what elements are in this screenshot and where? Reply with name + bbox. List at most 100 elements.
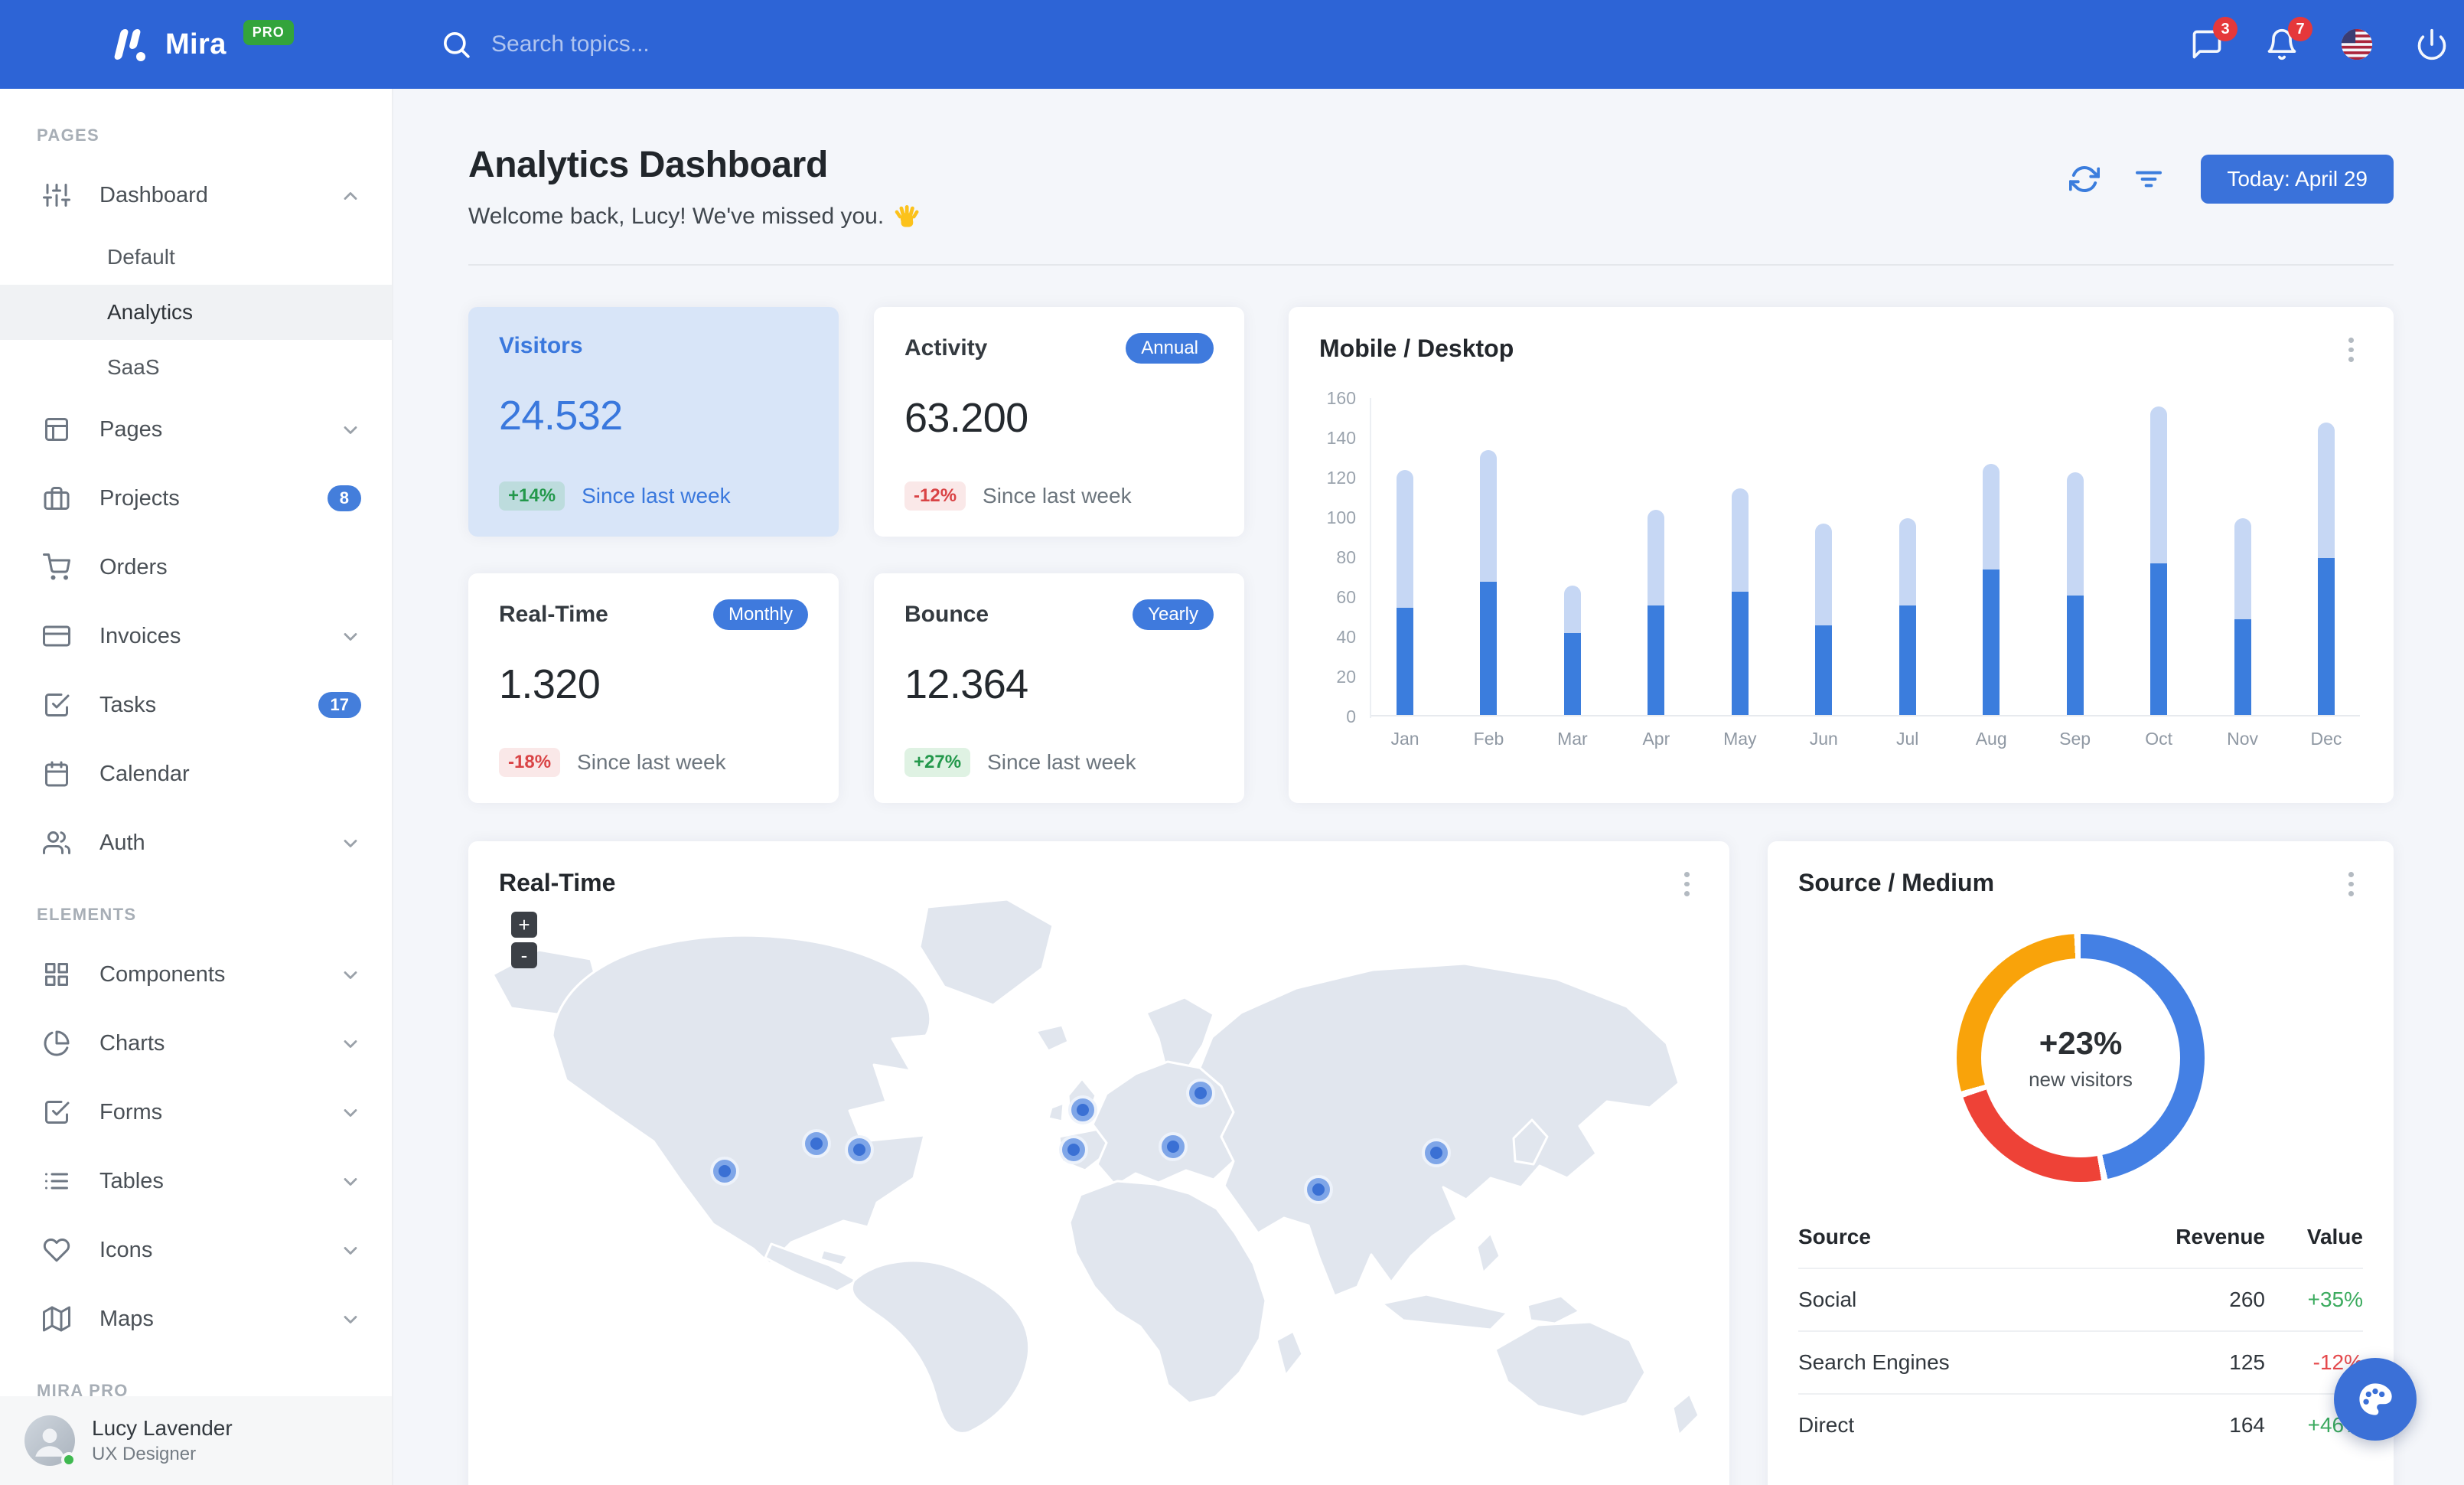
- bar-mar[interactable]: Mar: [1557, 398, 1588, 749]
- sidebar-user-footer[interactable]: Lucy Lavender UX Designer: [0, 1396, 392, 1485]
- notifications-button[interactable]: 7: [2265, 17, 2312, 61]
- bar-jun[interactable]: Jun: [1810, 398, 1838, 749]
- user-role: UX Designer: [92, 1444, 197, 1464]
- mobile-segment: [1648, 605, 1665, 715]
- sidebar-item-pages[interactable]: Pages: [0, 395, 392, 464]
- map-zoom-out-button[interactable]: -: [511, 942, 537, 968]
- sidebar-item-orders[interactable]: Orders: [0, 533, 392, 602]
- waving-hand-emoji: [895, 205, 919, 227]
- filter-button[interactable]: [2133, 164, 2164, 194]
- desktop-segment: [1480, 450, 1498, 582]
- sidebar-item-auth[interactable]: Auth: [0, 808, 392, 877]
- bar-jan[interactable]: Jan: [1390, 398, 1419, 749]
- activity-card: Activity Annual 63.200 -12% Since last w…: [874, 307, 1244, 537]
- sidebar-item-analytics[interactable]: Analytics: [0, 285, 392, 340]
- desktop-segment: [1899, 517, 1916, 605]
- grid-icon: [43, 961, 70, 988]
- y-axis-tick-label: 140: [1326, 428, 1356, 448]
- map-marker-beijing[interactable]: [1422, 1138, 1451, 1167]
- tasks-count-badge: 17: [318, 692, 361, 718]
- sidebar-item-forms[interactable]: Forms: [0, 1078, 392, 1147]
- map-marker-madrid[interactable]: [1059, 1135, 1088, 1164]
- map-marker-delhi[interactable]: [1304, 1175, 1333, 1204]
- bar-feb[interactable]: Feb: [1474, 398, 1504, 749]
- bar-may[interactable]: May: [1723, 398, 1757, 749]
- sidebar-item-projects[interactable]: Projects 8: [0, 464, 392, 533]
- bar-jul[interactable]: Jul: [1896, 398, 1918, 749]
- bar-aug[interactable]: Aug: [1976, 398, 2007, 749]
- header-divider: [468, 264, 2394, 266]
- sidebar-item-calendar[interactable]: Calendar: [0, 739, 392, 808]
- y-axis-tick-label: 160: [1326, 388, 1356, 408]
- messages-button[interactable]: 3: [2190, 17, 2237, 61]
- map-marker-san-francisco[interactable]: [710, 1157, 739, 1186]
- bounce-value: 12.364: [904, 661, 1028, 707]
- bar-nov[interactable]: Nov: [2227, 398, 2258, 749]
- briefcase-icon: [43, 485, 70, 512]
- source-medium-table: Source Revenue Value Social 260 +35% Search En…: [1798, 1212, 2363, 1456]
- donut-chart: +23% new visitors: [1957, 934, 2205, 1182]
- sidebar-item-dashboard[interactable]: Dashboard: [0, 161, 392, 230]
- revenue-cell: 164: [2229, 1413, 2265, 1437]
- sidebar-item-tables[interactable]: Tables: [0, 1147, 392, 1216]
- column-header: Source: [1798, 1225, 1871, 1248]
- world-map[interactable]: [468, 880, 1729, 1480]
- analytics-dashboard-app: Mira PRO 3 7: [0, 0, 2464, 1485]
- today-date-button[interactable]: Today: April 29: [2201, 155, 2394, 204]
- bar-dec[interactable]: Dec: [2311, 398, 2342, 749]
- desktop-segment: [1815, 524, 1833, 625]
- card-menu-button[interactable]: [2339, 335, 2363, 363]
- brand[interactable]: Mira PRO: [109, 0, 294, 89]
- visitors-value: 24.532: [499, 393, 623, 439]
- activity-delta-badge: -12%: [904, 481, 966, 511]
- desktop-segment: [1648, 510, 1665, 605]
- language-flag-button[interactable]: [2340, 28, 2374, 61]
- search-icon: [444, 32, 470, 58]
- sidebar-item-default[interactable]: Default: [0, 230, 392, 285]
- logout-button[interactable]: [2415, 28, 2449, 61]
- sliders-icon: [43, 181, 70, 209]
- sidebar-item-saas[interactable]: SaaS: [0, 340, 392, 395]
- chevron-down-icon: [340, 1033, 361, 1054]
- card-menu-button[interactable]: [2339, 869, 2363, 897]
- bounce-period-badge: Yearly: [1133, 599, 1214, 630]
- refresh-button[interactable]: [2068, 164, 2101, 194]
- map-marker-istanbul[interactable]: [1159, 1132, 1188, 1161]
- bar-apr[interactable]: Apr: [1642, 398, 1670, 749]
- desktop-segment: [2150, 406, 2168, 564]
- sidebar-item-icons[interactable]: Icons: [0, 1216, 392, 1284]
- us-flag-icon: [2341, 28, 2373, 60]
- desktop-segment: [1563, 586, 1581, 634]
- map-marker-new-york[interactable]: [845, 1135, 874, 1164]
- mobile-segment: [1397, 607, 1413, 715]
- source-cell: Social: [1798, 1288, 1857, 1311]
- mobile-segment: [2066, 596, 2084, 715]
- source-cell: Search Engines: [1798, 1350, 1950, 1374]
- map-marker-london[interactable]: [1068, 1095, 1097, 1124]
- realtime-value: 1.320: [499, 661, 601, 707]
- sidebar-item-invoices[interactable]: Invoices: [0, 602, 392, 671]
- mobile-segment: [1899, 605, 1916, 715]
- pie-chart-icon: [43, 1030, 70, 1057]
- map-zoom-in-button[interactable]: +: [511, 912, 537, 938]
- sidebar-item-maps[interactable]: Maps: [0, 1284, 392, 1353]
- palette-icon: [2359, 1383, 2392, 1415]
- mobile-segment: [1815, 625, 1833, 715]
- chevron-down-icon: [340, 1170, 361, 1192]
- chevron-up-icon: [340, 184, 361, 206]
- sidebar-item-components[interactable]: Components: [0, 940, 392, 1009]
- bar-sep[interactable]: Sep: [2059, 398, 2091, 749]
- map-marker-chicago[interactable]: [802, 1129, 831, 1158]
- sidebar-item-tasks[interactable]: Tasks 17: [0, 671, 392, 739]
- chevron-down-icon: [340, 964, 361, 985]
- x-axis-tick-label: Sep: [2059, 729, 2091, 749]
- visitors-delta-badge: +14%: [499, 481, 565, 511]
- map-marker-moscow[interactable]: [1186, 1079, 1215, 1108]
- welcome-text: Welcome back, Lucy! We've missed you.: [468, 204, 885, 229]
- search-input[interactable]: [491, 31, 889, 57]
- realtime-card: Real-Time Monthly 1.320 -18% Since last …: [468, 573, 839, 803]
- theme-settings-fab[interactable]: [2334, 1358, 2417, 1441]
- bar-oct[interactable]: Oct: [2145, 398, 2172, 749]
- sidebar-item-charts[interactable]: Charts: [0, 1009, 392, 1078]
- column-header: Value: [2306, 1225, 2363, 1248]
